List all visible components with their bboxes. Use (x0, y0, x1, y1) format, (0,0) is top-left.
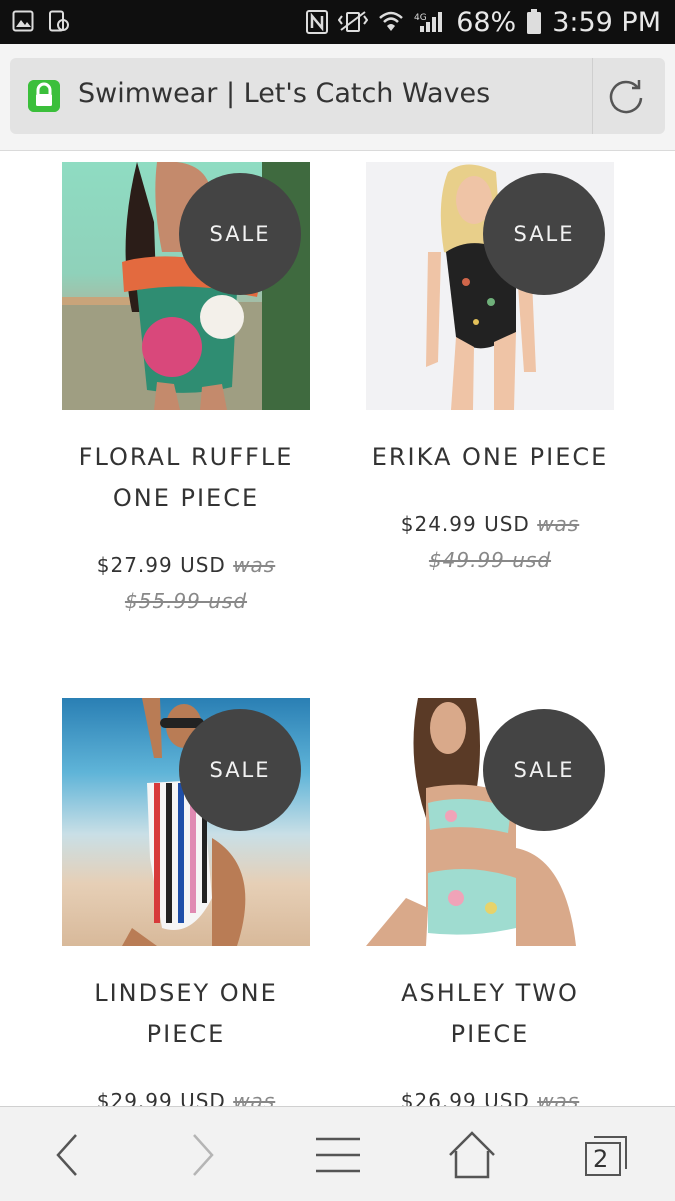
page-title: Swimwear | Let's Catch Waves (78, 78, 491, 109)
screen-sync-notification-icon (49, 10, 69, 32)
product-grid: SALE FLORAL RUFFLE ONE PIECE $27.99 USD … (0, 151, 675, 1106)
product-price: $26.99 USD was (338, 1083, 642, 1106)
product-name-line-2: ONE PIECE (112, 484, 260, 512)
product-name[interactable]: FLORAL RUFFLE ONE PIECE (34, 437, 338, 519)
vibrate-mute-icon (338, 11, 369, 32)
product-name-line-2: PIECE (450, 1020, 530, 1048)
battery-icon (527, 9, 542, 34)
product-name[interactable]: LINDSEY ONE PIECE (34, 973, 338, 1055)
forward-icon[interactable] (176, 1129, 228, 1181)
tab-count: 2 (593, 1145, 609, 1173)
address-bar-divider (592, 58, 593, 134)
product-name-line-1: FLORAL RUFFLE (78, 443, 294, 471)
status-bar: 4G 68% 3:59 PM (0, 0, 675, 44)
back-icon[interactable] (42, 1129, 94, 1181)
lock-icon (28, 80, 60, 112)
reload-icon[interactable] (604, 74, 648, 118)
menu-icon[interactable] (312, 1129, 364, 1181)
product-price: $27.99 USD was $55.99 usd (34, 547, 338, 619)
was-label: was (537, 512, 580, 536)
product-price: $24.99 USD was $49.99 usd (338, 506, 642, 578)
browser-toolbar: Swimwear | Let's Catch Waves (0, 44, 675, 151)
sale-badge: SALE (483, 173, 605, 295)
sale-price: $29.99 USD (96, 1089, 226, 1106)
product-name-line-2: PIECE (146, 1020, 226, 1048)
original-price: $49.99 usd (428, 548, 552, 572)
was-label: was (537, 1089, 580, 1106)
battery-percent: 68% (456, 6, 517, 38)
original-price: $55.99 usd (124, 589, 248, 613)
gallery-notification-icon (12, 10, 34, 32)
product-name[interactable]: ASHLEY TWO PIECE (338, 973, 642, 1055)
signal-icon: 4G (414, 12, 443, 32)
sale-price: $24.99 USD (400, 512, 530, 536)
status-time: 3:59 PM (552, 6, 661, 38)
product-name-line-1: ERIKA ONE PIECE (371, 443, 609, 471)
home-icon[interactable] (446, 1129, 498, 1181)
sale-price: $27.99 USD (96, 553, 226, 577)
product-name-line-1: ASHLEY TWO (401, 979, 579, 1007)
sale-badge: SALE (483, 709, 605, 831)
address-bar[interactable]: Swimwear | Let's Catch Waves (10, 58, 665, 134)
nfc-icon (306, 10, 329, 34)
product-price: $29.99 USD was (34, 1083, 338, 1106)
was-label: was (233, 553, 276, 577)
network-type-label: 4G (414, 13, 427, 23)
browser-bottom-bar: 2 (0, 1106, 675, 1201)
product-name[interactable]: ERIKA ONE PIECE (338, 437, 642, 478)
sale-price: $26.99 USD (400, 1089, 530, 1106)
was-label: was (233, 1089, 276, 1106)
product-name-line-1: LINDSEY ONE (94, 979, 278, 1007)
tabs-button[interactable]: 2 (580, 1129, 632, 1181)
sale-badge: SALE (179, 173, 301, 295)
sale-badge: SALE (179, 709, 301, 831)
wifi-icon (379, 11, 404, 31)
